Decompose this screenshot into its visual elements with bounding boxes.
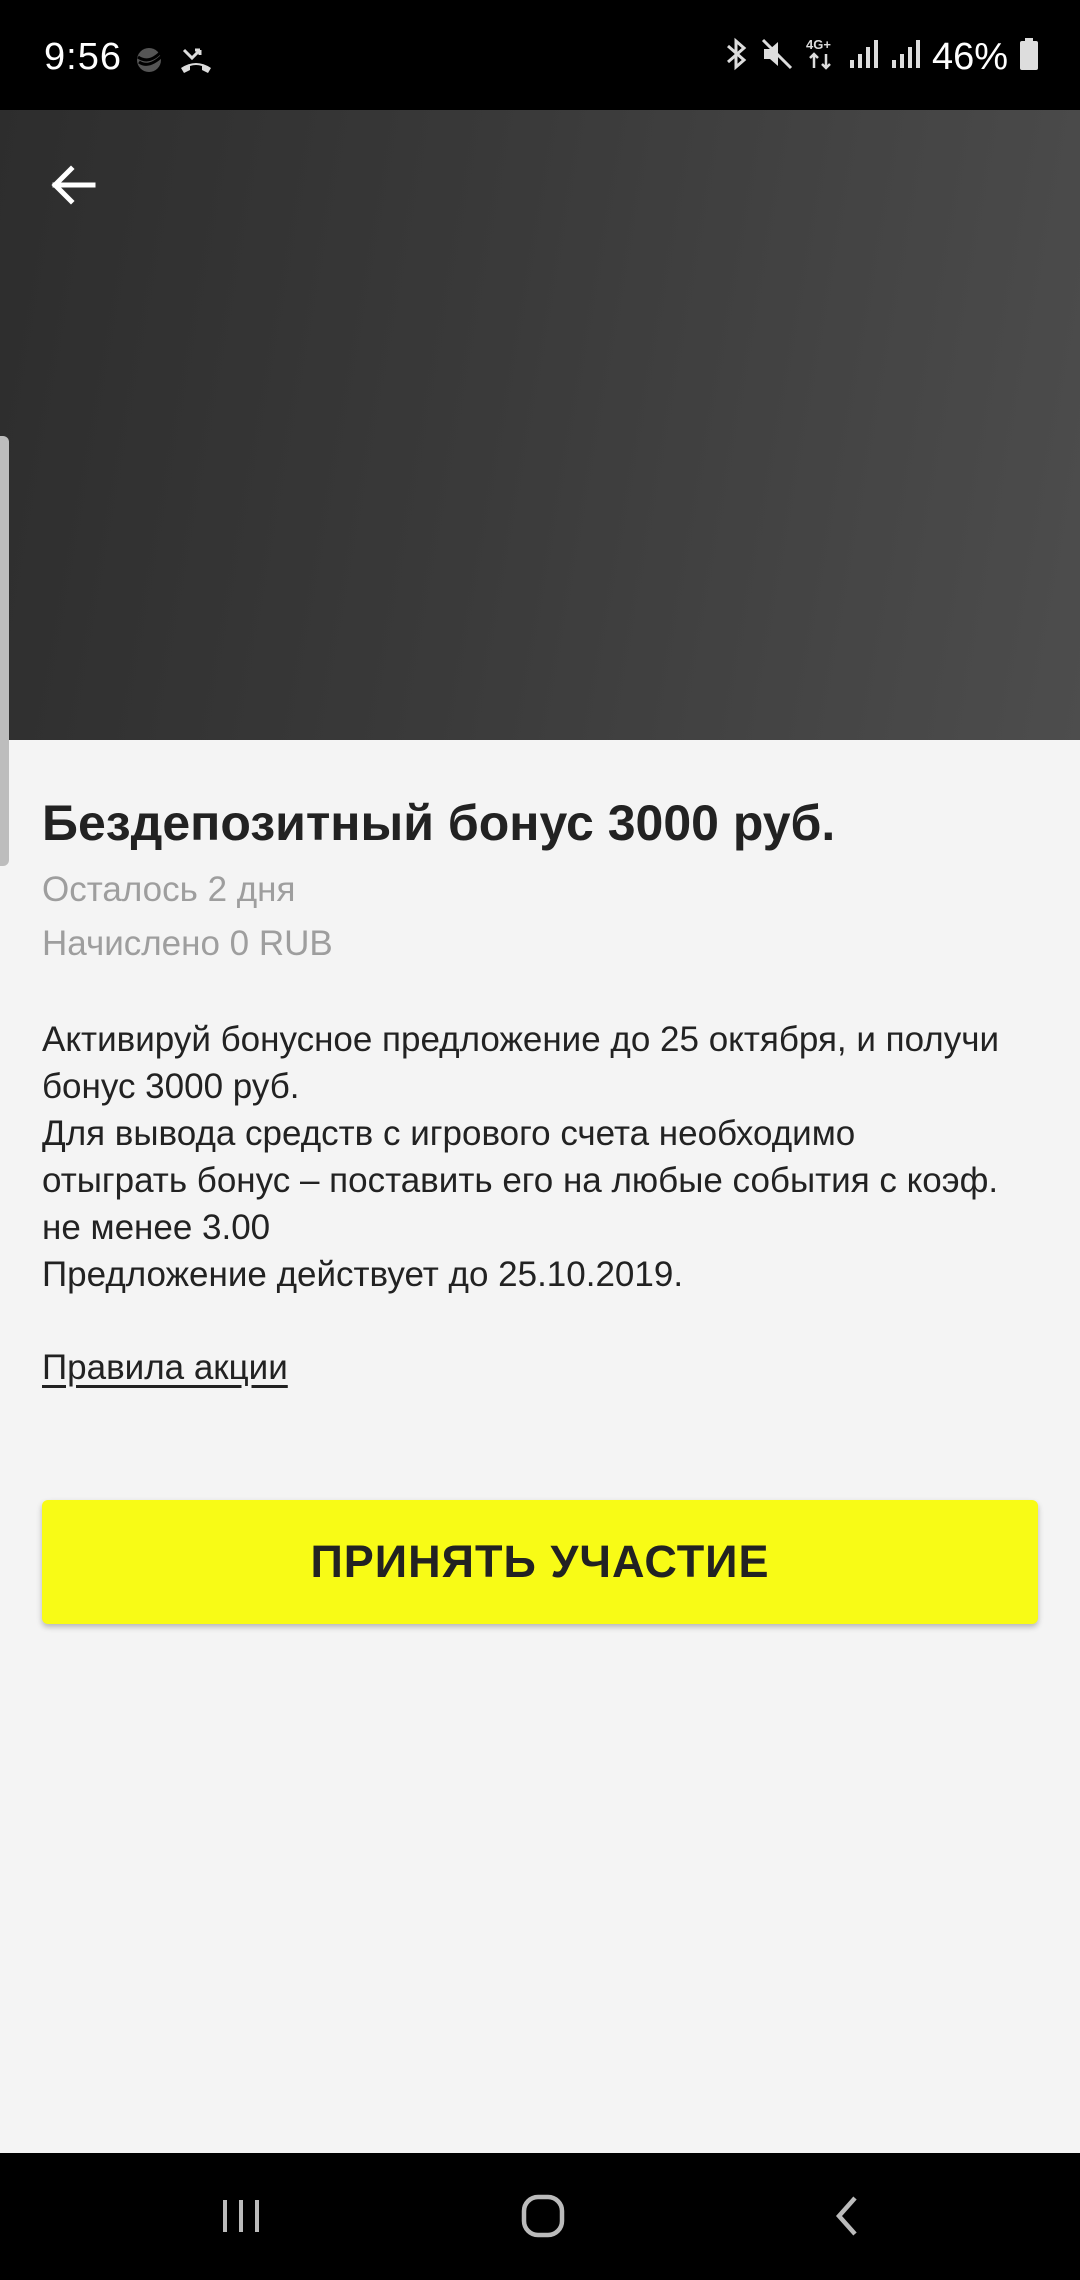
description-line: отыграть бонус – поставить его на любые … [42, 1161, 999, 1200]
promo-title: Бездепозитный бонус 3000 руб. [42, 795, 836, 851]
description-line: бонус 3000 руб. [42, 1067, 300, 1106]
arrow-left-icon [49, 161, 97, 214]
status-bar: 9:56 4G+ 46% [0, 0, 1080, 110]
mute-icon [760, 37, 794, 76]
credited-amount: Начислено 0 RUB [42, 924, 333, 963]
sber-icon [132, 45, 170, 80]
description-line: Для вывода средств с игрового счета необ… [42, 1114, 856, 1153]
participate-button[interactable]: ПРИНЯТЬ УЧАСТИЕ [42, 1500, 1038, 1624]
network-4g-icon: 4G+ [804, 36, 838, 77]
back-button[interactable] [38, 152, 108, 222]
svg-text:4G+: 4G+ [806, 37, 831, 52]
signal-icon [848, 38, 880, 75]
description-line: Предложение действует до 25.10.2019. [42, 1255, 684, 1294]
recent-apps-icon [219, 2196, 263, 2241]
home-button[interactable] [508, 2183, 578, 2253]
promo-description: Активируй бонусное предложение до 25 окт… [42, 1016, 1042, 1298]
description-line: Активируй бонусное предложение до 25 окт… [42, 1020, 999, 1059]
status-left-icons [132, 44, 214, 81]
promo-banner [0, 110, 1080, 740]
nav-back-button[interactable] [812, 2183, 882, 2253]
description-line: не менее 3.00 [42, 1208, 271, 1247]
recent-apps-button[interactable] [206, 2183, 276, 2253]
bluetooth-icon [722, 36, 750, 77]
signal-icon [890, 38, 922, 75]
missed-call-icon [178, 44, 214, 81]
rules-link[interactable]: Правила акции [42, 1348, 288, 1388]
home-icon [519, 2192, 567, 2245]
status-right-icons: 4G+ 46% [722, 36, 1040, 77]
edge-panel-handle[interactable] [0, 436, 9, 866]
battery-percent: 46% [931, 35, 1008, 78]
status-time: 9:56 [44, 36, 122, 78]
battery-icon [1018, 36, 1040, 77]
system-nav-bar [0, 2153, 1080, 2280]
days-left: Осталось 2 дня [42, 870, 296, 909]
back-icon [827, 2192, 867, 2245]
